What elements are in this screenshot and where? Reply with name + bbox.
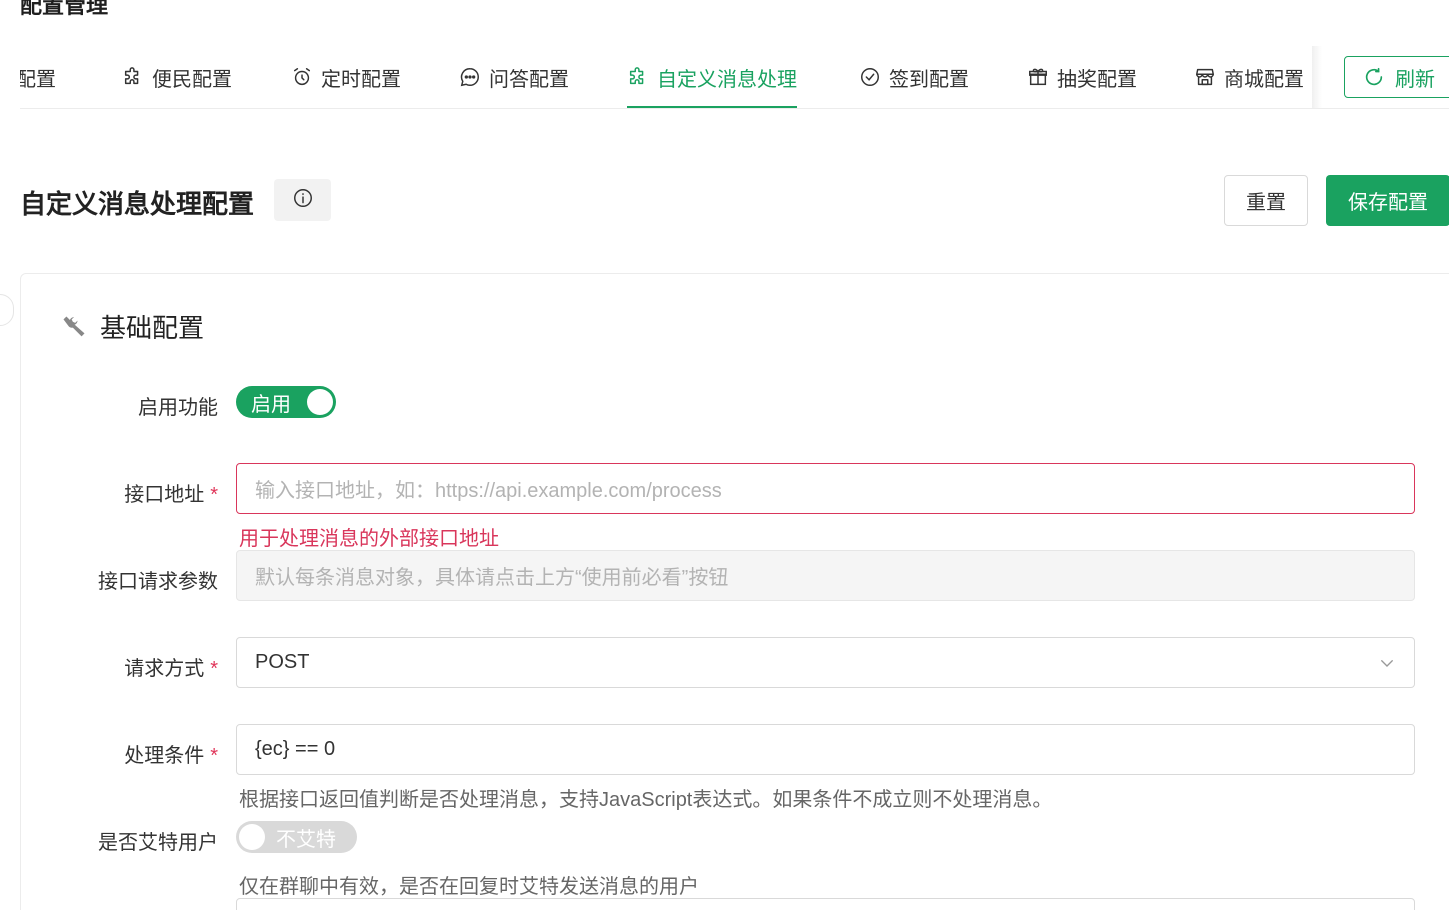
card-title: 基础配置 bbox=[60, 308, 204, 345]
required-mark: * bbox=[210, 658, 218, 680]
card-title-label: 基础配置 bbox=[100, 313, 205, 343]
refresh-button[interactable]: 刷新 bbox=[1344, 56, 1449, 98]
section-title: 自定义消息处理配置 bbox=[20, 189, 255, 219]
api-params-input: 默认每条消息对象，具体请点击上方“使用前必看”按钮 bbox=[236, 550, 1415, 601]
method-value: POST bbox=[255, 651, 310, 673]
enable-label-text: 启用功能 bbox=[138, 397, 218, 419]
wrench-icon bbox=[60, 313, 88, 341]
side-collapse-handle[interactable] bbox=[0, 294, 14, 326]
chevron-down-icon bbox=[1378, 654, 1396, 672]
condition-label-text: 处理条件 bbox=[124, 745, 205, 767]
gift-icon bbox=[1027, 66, 1049, 88]
api-url-label: 接口地址 * bbox=[124, 478, 218, 507]
tab-label: 问答配置 bbox=[489, 68, 569, 91]
tab-label: 便民配置 bbox=[152, 68, 232, 91]
puzzle-icon bbox=[627, 66, 649, 88]
toggle-knob bbox=[307, 389, 333, 415]
tab-convenience[interactable]: 便民配置 bbox=[122, 46, 232, 108]
tab-timer[interactable]: 定时配置 bbox=[291, 46, 401, 108]
at-user-help: 仅在群聊中有效，是否在回复时艾特发送消息的用户 bbox=[239, 876, 699, 898]
tab-partial[interactable]: 配置 bbox=[20, 46, 56, 108]
tab-qa[interactable]: 问答配置 bbox=[459, 46, 569, 108]
at-user-label: 是否艾特用户 bbox=[98, 826, 218, 855]
enable-toggle[interactable]: 启用 bbox=[236, 386, 336, 418]
tabs-scroll[interactable]: 配置 便民配置 定时配置 问答配置 自定义消息处理 签到配置 抽奖配置 商城配置 bbox=[20, 46, 1320, 108]
info-button[interactable] bbox=[274, 179, 331, 221]
at-user-toggle[interactable]: 不艾特 bbox=[236, 821, 357, 853]
api-url-placeholder: 输入接口地址，如：https://api.example.com/process bbox=[255, 480, 722, 502]
at-user-label-text: 是否艾特用户 bbox=[98, 832, 218, 854]
at-user-toggle-text: 不艾特 bbox=[276, 828, 336, 851]
api-params-label-text: 接口请求参数 bbox=[98, 571, 218, 593]
tab-bar: 配置 便民配置 定时配置 问答配置 自定义消息处理 签到配置 抽奖配置 商城配置… bbox=[20, 46, 1449, 109]
required-mark: * bbox=[210, 745, 218, 767]
api-url-error: 用于处理消息的外部接口地址 bbox=[239, 528, 499, 550]
method-label: 请求方式 * bbox=[124, 652, 218, 681]
api-params-label: 接口请求参数 bbox=[98, 565, 218, 594]
page-title: 配置管理 bbox=[20, 0, 109, 18]
store-icon bbox=[1194, 66, 1216, 88]
method-select[interactable]: POST bbox=[236, 637, 1415, 688]
next-field-input[interactable] bbox=[236, 898, 1415, 910]
enable-toggle-text: 启用 bbox=[251, 393, 291, 416]
api-url-input[interactable]: 输入接口地址，如：https://api.example.com/process bbox=[236, 463, 1415, 514]
toggle-knob bbox=[239, 824, 265, 850]
tab-label: 定时配置 bbox=[321, 68, 401, 91]
alarm-clock-icon bbox=[291, 66, 313, 88]
tab-label: 配置 bbox=[20, 68, 56, 91]
method-label-text: 请求方式 bbox=[124, 658, 205, 680]
puzzle-icon bbox=[122, 66, 144, 88]
api-url-label-text: 接口地址 bbox=[124, 484, 205, 506]
condition-help: 根据接口返回值判断是否处理消息，支持JavaScript表达式。如果条件不成立则… bbox=[239, 789, 1053, 811]
tab-custom-message[interactable]: 自定义消息处理 bbox=[627, 46, 797, 108]
refresh-label: 刷新 bbox=[1395, 68, 1435, 91]
reset-button[interactable]: 重置 bbox=[1224, 175, 1308, 226]
tab-lottery[interactable]: 抽奖配置 bbox=[1027, 46, 1137, 108]
tab-label: 抽奖配置 bbox=[1057, 68, 1137, 91]
enable-label: 启用功能 bbox=[138, 391, 218, 420]
condition-label: 处理条件 * bbox=[124, 739, 218, 768]
tab-label: 商城配置 bbox=[1224, 68, 1304, 91]
tab-store[interactable]: 商城配置 bbox=[1194, 46, 1304, 108]
tabs-scroll-shadow bbox=[1312, 46, 1322, 108]
refresh-icon bbox=[1363, 66, 1385, 88]
check-circle-icon bbox=[859, 66, 881, 88]
required-mark: * bbox=[210, 484, 218, 506]
tab-label: 自定义消息处理 bbox=[657, 68, 797, 91]
info-icon bbox=[292, 187, 314, 214]
save-config-button[interactable]: 保存配置 bbox=[1326, 175, 1449, 226]
condition-input[interactable]: {ec} == 0 bbox=[236, 724, 1415, 775]
chat-bubble-icon bbox=[459, 66, 481, 88]
condition-value: {ec} == 0 bbox=[255, 738, 336, 760]
api-params-placeholder: 默认每条消息对象，具体请点击上方“使用前必看”按钮 bbox=[255, 567, 729, 589]
tab-signin[interactable]: 签到配置 bbox=[859, 46, 969, 108]
tab-label: 签到配置 bbox=[889, 68, 969, 91]
